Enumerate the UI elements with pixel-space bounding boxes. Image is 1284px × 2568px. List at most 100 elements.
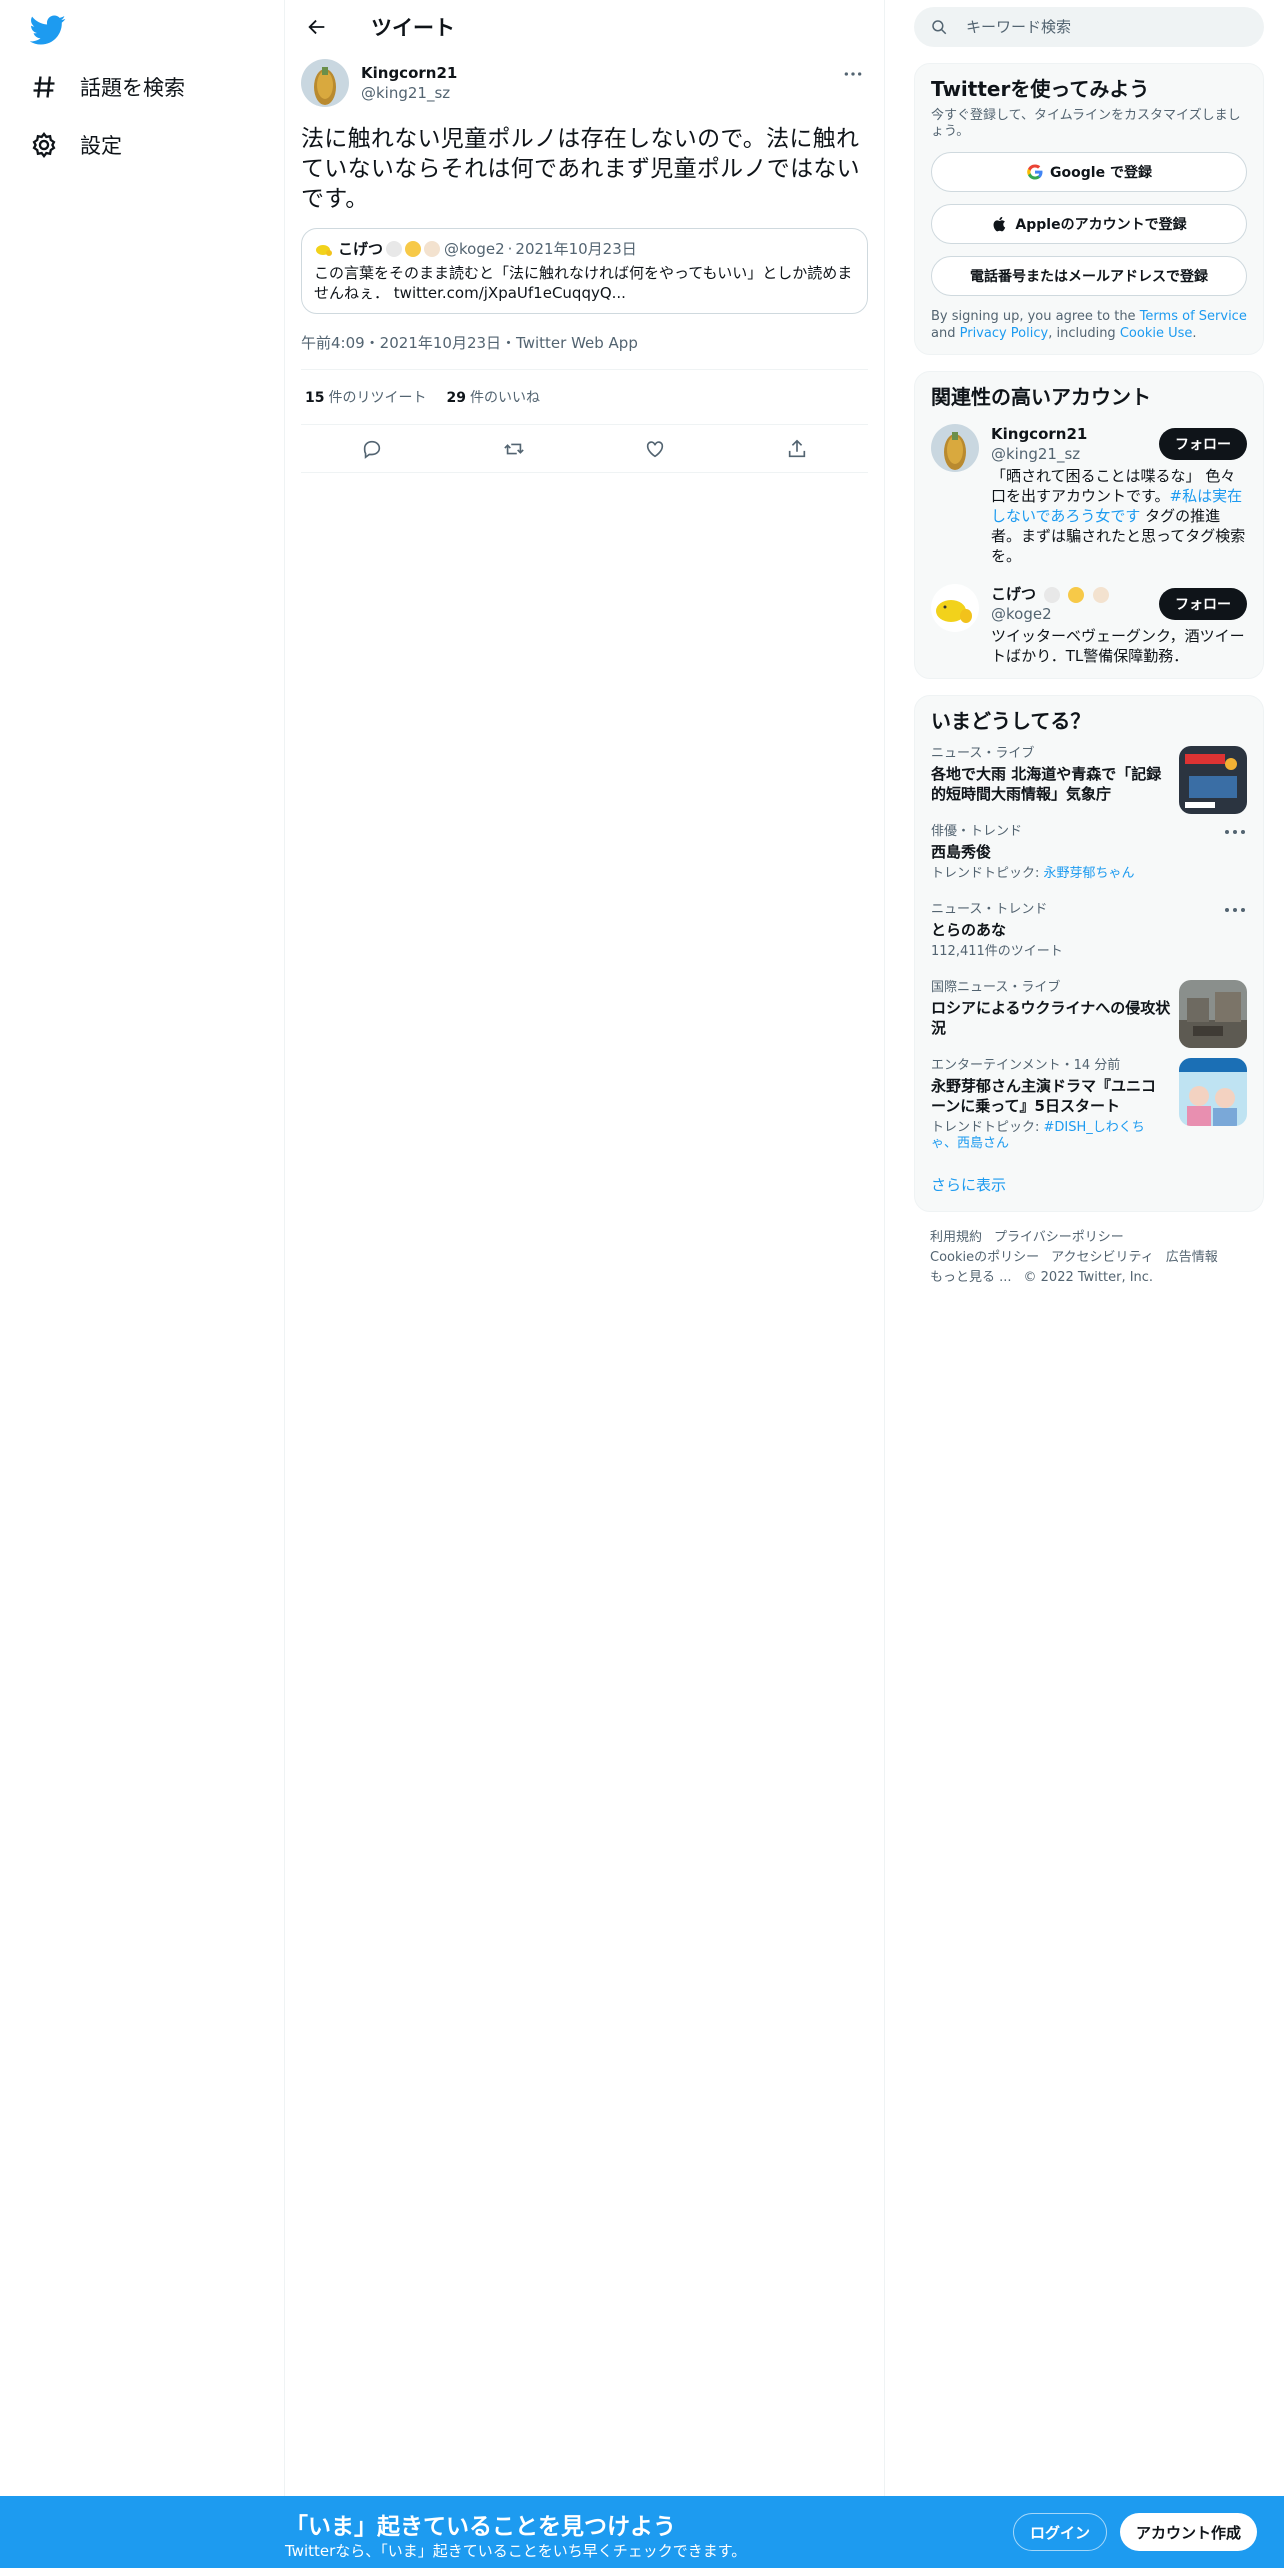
- trend-title: とらのあな: [931, 921, 1007, 939]
- heart-icon[interactable]: [644, 438, 666, 460]
- create-account-button[interactable]: アカウント作成: [1120, 2513, 1258, 2551]
- related-account-bio: 「晒されて困ることは喋るな」 色々口を出すアカウントです。#私は実在しないであろ…: [991, 466, 1247, 566]
- related-account[interactable]: こげつ @koge2 ツイッターベヴェーグンク，酒ツイートばかり．TL警備保障勤…: [931, 584, 1247, 666]
- retweets-stat[interactable]: 15 件のリツイート: [305, 387, 426, 407]
- trend-item[interactable]: 俳優・トレンド 西島秀俊 トレンドトピック: 永野芽郁ちゃん: [931, 812, 1247, 890]
- trend-item[interactable]: エンターテインメント・14 分前 永野芽郁さん主演ドラマ『ユニコーンに乗って』5…: [931, 1046, 1247, 1160]
- tweet-author: Kingcorn21 @king21_sz: [301, 54, 868, 112]
- search-input[interactable]: [966, 18, 1226, 36]
- terms-end: .: [1192, 326, 1197, 341]
- trend-topic-link[interactable]: 永野芽郁ちゃん: [1044, 866, 1135, 881]
- signup-subtitle: 今すぐ登録して、タイムラインをカスタマイズしましょう。: [931, 108, 1241, 139]
- google-signup-label: Google で登録: [1050, 165, 1152, 181]
- share-icon[interactable]: [786, 438, 808, 460]
- apple-signup-button[interactable]: Appleのアカウントで登録: [931, 204, 1247, 244]
- egg-emoji-icon: [424, 241, 441, 257]
- privacy-policy-link[interactable]: Privacy Policy: [960, 326, 1049, 341]
- follow-button[interactable]: フォロー: [1159, 428, 1247, 460]
- related-account-name: こげつ: [991, 585, 1037, 603]
- bottom-bar-subtitle: Twitterなら、「いま」起きていることをいち早くチェックできます。: [285, 2542, 747, 2560]
- more-dots-icon: [844, 72, 862, 76]
- tweet-timestamp[interactable]: 午前4:09・2021年10月23日・Twitter Web App: [301, 332, 868, 370]
- login-button[interactable]: ログイン: [1013, 2513, 1108, 2551]
- terms-and: and: [931, 326, 956, 341]
- apple-signup-label: Appleのアカウントで登録: [1015, 217, 1187, 233]
- related-accounts-card: 関連性の高いアカウント Kingcorn21 @king21_sz 「晒されて困…: [914, 371, 1264, 679]
- author-meta: Kingcorn21 @king21_sz: [361, 63, 457, 103]
- related-accounts-title: 関連性の高いアカウント: [931, 385, 1151, 409]
- tweet-actions: [301, 425, 868, 473]
- bottom-bar-title: 「いま」起きていることを見つけよう: [285, 2514, 676, 2540]
- quoted-tweet[interactable]: こげつ @koge2 · 2021年10月23日 この言葉をそのまま読むと「法に…: [301, 228, 868, 314]
- follow-button[interactable]: フォロー: [1159, 588, 1247, 620]
- twitter-logo-icon[interactable]: [30, 12, 66, 48]
- trend-category: ニュース・トレンド: [931, 902, 1048, 917]
- bottom-signup-bar: 「いま」起きていることを見つけよう Twitterなら、「いま」起きていることを…: [0, 2496, 1284, 2568]
- more-dots-icon[interactable]: [1223, 902, 1247, 918]
- avatar[interactable]: [931, 424, 979, 472]
- google-signup-button[interactable]: Google で登録: [931, 152, 1247, 192]
- trend-item[interactable]: 国際ニュース・ライブ ロシアによるウクライナへの侵攻状況: [931, 968, 1247, 1048]
- footer-privacy-link[interactable]: プライバシーポリシー: [994, 1230, 1124, 1245]
- terms-of-service-link[interactable]: Terms of Service: [1140, 309, 1247, 324]
- retweets-label: 件のリツイート: [328, 390, 427, 406]
- trends-card: いまどうしてる？ ニュース・ライブ 各地で大雨 北海道や青森で「記録的短時間大雨…: [914, 695, 1264, 1212]
- trend-subtitle: トレンドトピック: 永野芽郁ちゃん: [931, 866, 1247, 882]
- avatar[interactable]: [301, 59, 349, 107]
- footer-terms-link[interactable]: 利用規約: [930, 1230, 982, 1245]
- gear-icon: [32, 132, 56, 158]
- footer-accessibility-link[interactable]: アクセシビリティ: [1051, 1250, 1154, 1265]
- signup-card: Twitterを使ってみよう 今すぐ登録して、タイムラインをカスタマイズしましょ…: [914, 63, 1264, 355]
- signup-terms: By signing up, you agree to the Terms of…: [931, 308, 1247, 342]
- search-icon: [932, 20, 947, 35]
- trend-item[interactable]: ニュース・ライブ 各地で大雨 北海道や青森で「記録的短時間大雨情報」気象庁: [931, 734, 1247, 814]
- quoted-author-name: こげつ: [338, 240, 384, 258]
- quoted-link[interactable]: twitter.com/jXpaUf1eCuqqyQ...: [394, 284, 626, 302]
- reply-icon[interactable]: [361, 438, 383, 460]
- phone-email-signup-label: 電話番号またはメールアドレスで登録: [970, 269, 1208, 285]
- trend-topic-prefix: トレンドトピック:: [931, 866, 1044, 881]
- tweet-text: 法に触れない児童ポルノは存在しないので。法に触れていないならそれは何であれまず児…: [301, 126, 860, 212]
- trend-thumbnail: [1179, 980, 1247, 1048]
- avatar[interactable]: [931, 584, 979, 632]
- footer-more-link[interactable]: もっと見る ...: [930, 1270, 1012, 1285]
- hashtag-icon: [33, 76, 55, 98]
- footer-cookie-link[interactable]: Cookieのポリシー: [930, 1250, 1039, 1265]
- trend-item[interactable]: ニュース・トレンド とらのあな 112,411件のツイート: [931, 890, 1247, 968]
- page-header: ツイート: [285, 0, 884, 54]
- trend-title: 永野芽郁さん主演ドラマ『ユニコーンに乗って』5日スタート: [931, 1077, 1157, 1115]
- trend-title: ロシアによるウクライナへの侵攻状況: [931, 999, 1171, 1037]
- trend-category: 俳優・トレンド: [931, 824, 1023, 839]
- footer-ads-link[interactable]: 広告情報: [1166, 1250, 1218, 1265]
- more-options-button[interactable]: [838, 62, 868, 86]
- apple-logo-icon: [993, 216, 1006, 232]
- left-nav: 話題を検索 設定: [0, 0, 285, 2496]
- author-name[interactable]: Kingcorn21: [361, 63, 457, 83]
- egg-emoji-icon: [1092, 586, 1109, 603]
- retweets-count: 15: [305, 390, 325, 406]
- trend-title: 各地で大雨 北海道や青森で「記録的短時間大雨情報」気象庁: [931, 765, 1162, 803]
- nav-explore[interactable]: 話題を検索: [30, 62, 185, 112]
- search-box[interactable]: [914, 7, 1264, 47]
- author-handle[interactable]: @king21_sz: [361, 83, 457, 103]
- page-title: ツイート: [371, 16, 455, 40]
- google-logo-icon: [1027, 164, 1043, 180]
- show-more-link[interactable]: さらに表示: [931, 1160, 1247, 1201]
- cookie-use-link[interactable]: Cookie Use: [1120, 326, 1193, 341]
- main-column: ツイート Kingcorn21 @king21_sz 法に触れない児童ポルノは存…: [285, 0, 885, 2496]
- trends-title: いまどうしてる？: [931, 709, 1091, 733]
- trend-thumbnail: [1179, 1058, 1247, 1126]
- related-account[interactable]: Kingcorn21 @king21_sz 「晒されて困ることは喋るな」 色々口…: [931, 424, 1247, 566]
- tweet-stats: 15 件のリツイート 29 件のいいね: [301, 370, 868, 425]
- retweet-icon[interactable]: [503, 438, 525, 460]
- tweet-detail: Kingcorn21 @king21_sz 法に触れない児童ポルノは存在しないの…: [285, 54, 884, 473]
- chick-emoji-icon: [405, 241, 422, 257]
- more-dots-icon[interactable]: [1223, 824, 1247, 840]
- right-sidebar: Twitterを使ってみよう 今すぐ登録して、タイムラインをカスタマイズしましょ…: [914, 0, 1264, 1288]
- arrow-left-icon: [308, 19, 325, 35]
- phone-email-signup-button[interactable]: 電話番号またはメールアドレスで登録: [931, 256, 1247, 296]
- likes-stat[interactable]: 29 件のいいね: [446, 387, 539, 407]
- back-button[interactable]: [299, 9, 335, 45]
- signup-title: Twitterを使ってみよう: [931, 77, 1150, 101]
- nav-settings[interactable]: 設定: [30, 120, 122, 170]
